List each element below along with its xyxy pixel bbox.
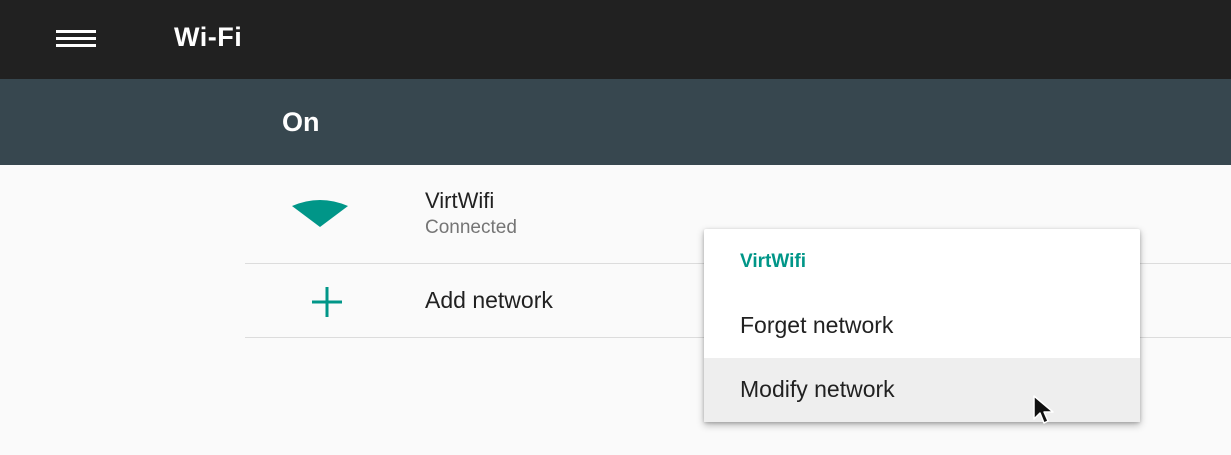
add-network-label: Add network bbox=[425, 287, 553, 313]
wifi-settings-screen: Wi-Fi On VirtWifi Connected Add network … bbox=[0, 0, 1231, 455]
wifi-signal-icon bbox=[292, 200, 348, 227]
network-status: Connected bbox=[425, 217, 517, 238]
page-title: Wi-Fi bbox=[174, 22, 243, 52]
plus-icon bbox=[312, 287, 342, 317]
modify-network-label: Modify network bbox=[740, 376, 895, 402]
forget-network-option[interactable]: Forget network bbox=[704, 294, 1140, 358]
hamburger-menu-icon bbox=[56, 30, 96, 47]
context-menu-title: VirtWifi bbox=[740, 251, 806, 272]
network-name: VirtWifi bbox=[425, 188, 495, 213]
forget-network-label: Forget network bbox=[740, 312, 894, 338]
modify-network-option[interactable]: Modify network bbox=[704, 358, 1140, 422]
network-context-menu: VirtWifi Forget network Modify network bbox=[704, 229, 1140, 422]
menu-button[interactable] bbox=[44, 18, 108, 58]
toolbar: Wi-Fi bbox=[0, 0, 1231, 79]
switch-label: On bbox=[282, 107, 320, 137]
mouse-pointer-icon bbox=[1033, 395, 1054, 424]
wifi-switch-bar[interactable]: On bbox=[0, 79, 1231, 165]
